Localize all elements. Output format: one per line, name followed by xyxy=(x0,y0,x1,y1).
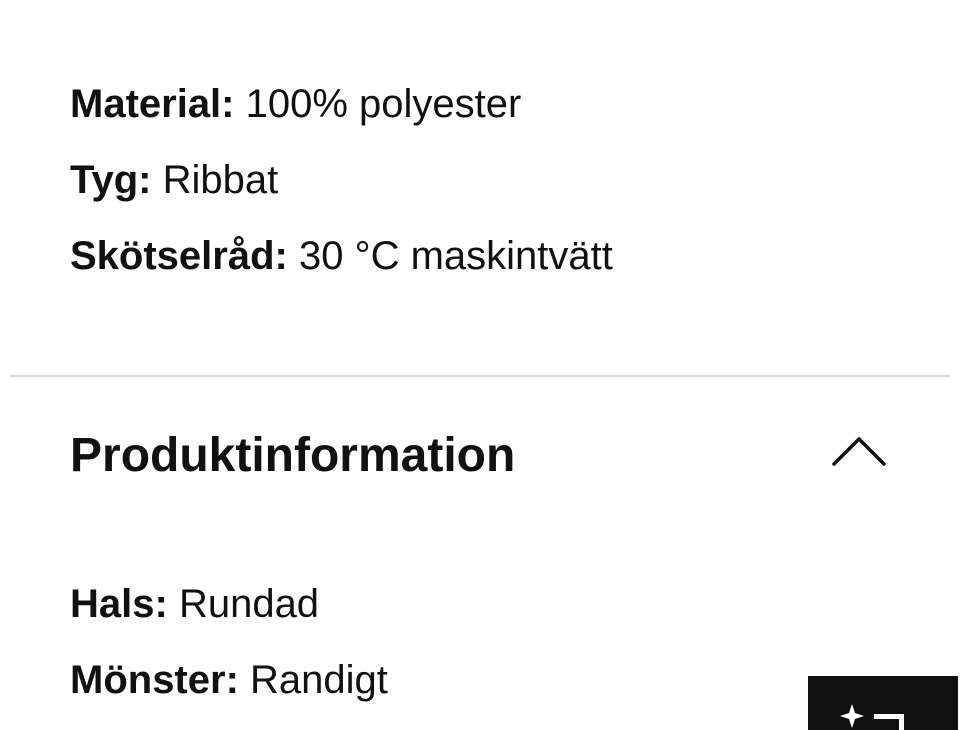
section-divider xyxy=(10,375,950,377)
attribute-value: Randigt xyxy=(250,658,388,702)
attribute-row-pattern: Mönster: Randigt xyxy=(70,656,388,704)
section-title: Produktinformation xyxy=(70,429,516,482)
attribute-value: Rundad xyxy=(178,582,320,626)
attribute-key: Material: xyxy=(70,82,235,126)
attribute-value: Ribbat xyxy=(162,158,279,202)
floating-action-button[interactable] xyxy=(808,676,958,730)
sparkle-icon xyxy=(840,704,904,730)
product-info-accordion-header[interactable]: Produktinformation xyxy=(0,410,960,500)
attribute-key: Hals: xyxy=(70,582,168,626)
chevron-up-icon[interactable] xyxy=(830,432,888,468)
product-details-page: Material: 100% polyester Tyg: Ribbat Skö… xyxy=(0,0,960,730)
attribute-key: Tyg: xyxy=(70,158,152,202)
attribute-value: 100% polyester xyxy=(245,82,522,126)
attribute-row-neck: Hals: Rundad xyxy=(70,580,319,628)
attribute-row-care: Skötselråd: 30 °C maskintvätt xyxy=(70,232,613,280)
attribute-key: Skötselråd: xyxy=(70,234,288,278)
attribute-value: 30 °C maskintvätt xyxy=(298,234,613,278)
attribute-row-fabric: Tyg: Ribbat xyxy=(70,156,278,204)
attribute-key: Mönster: xyxy=(70,658,239,702)
attribute-row-material: Material: 100% polyester xyxy=(70,80,521,128)
